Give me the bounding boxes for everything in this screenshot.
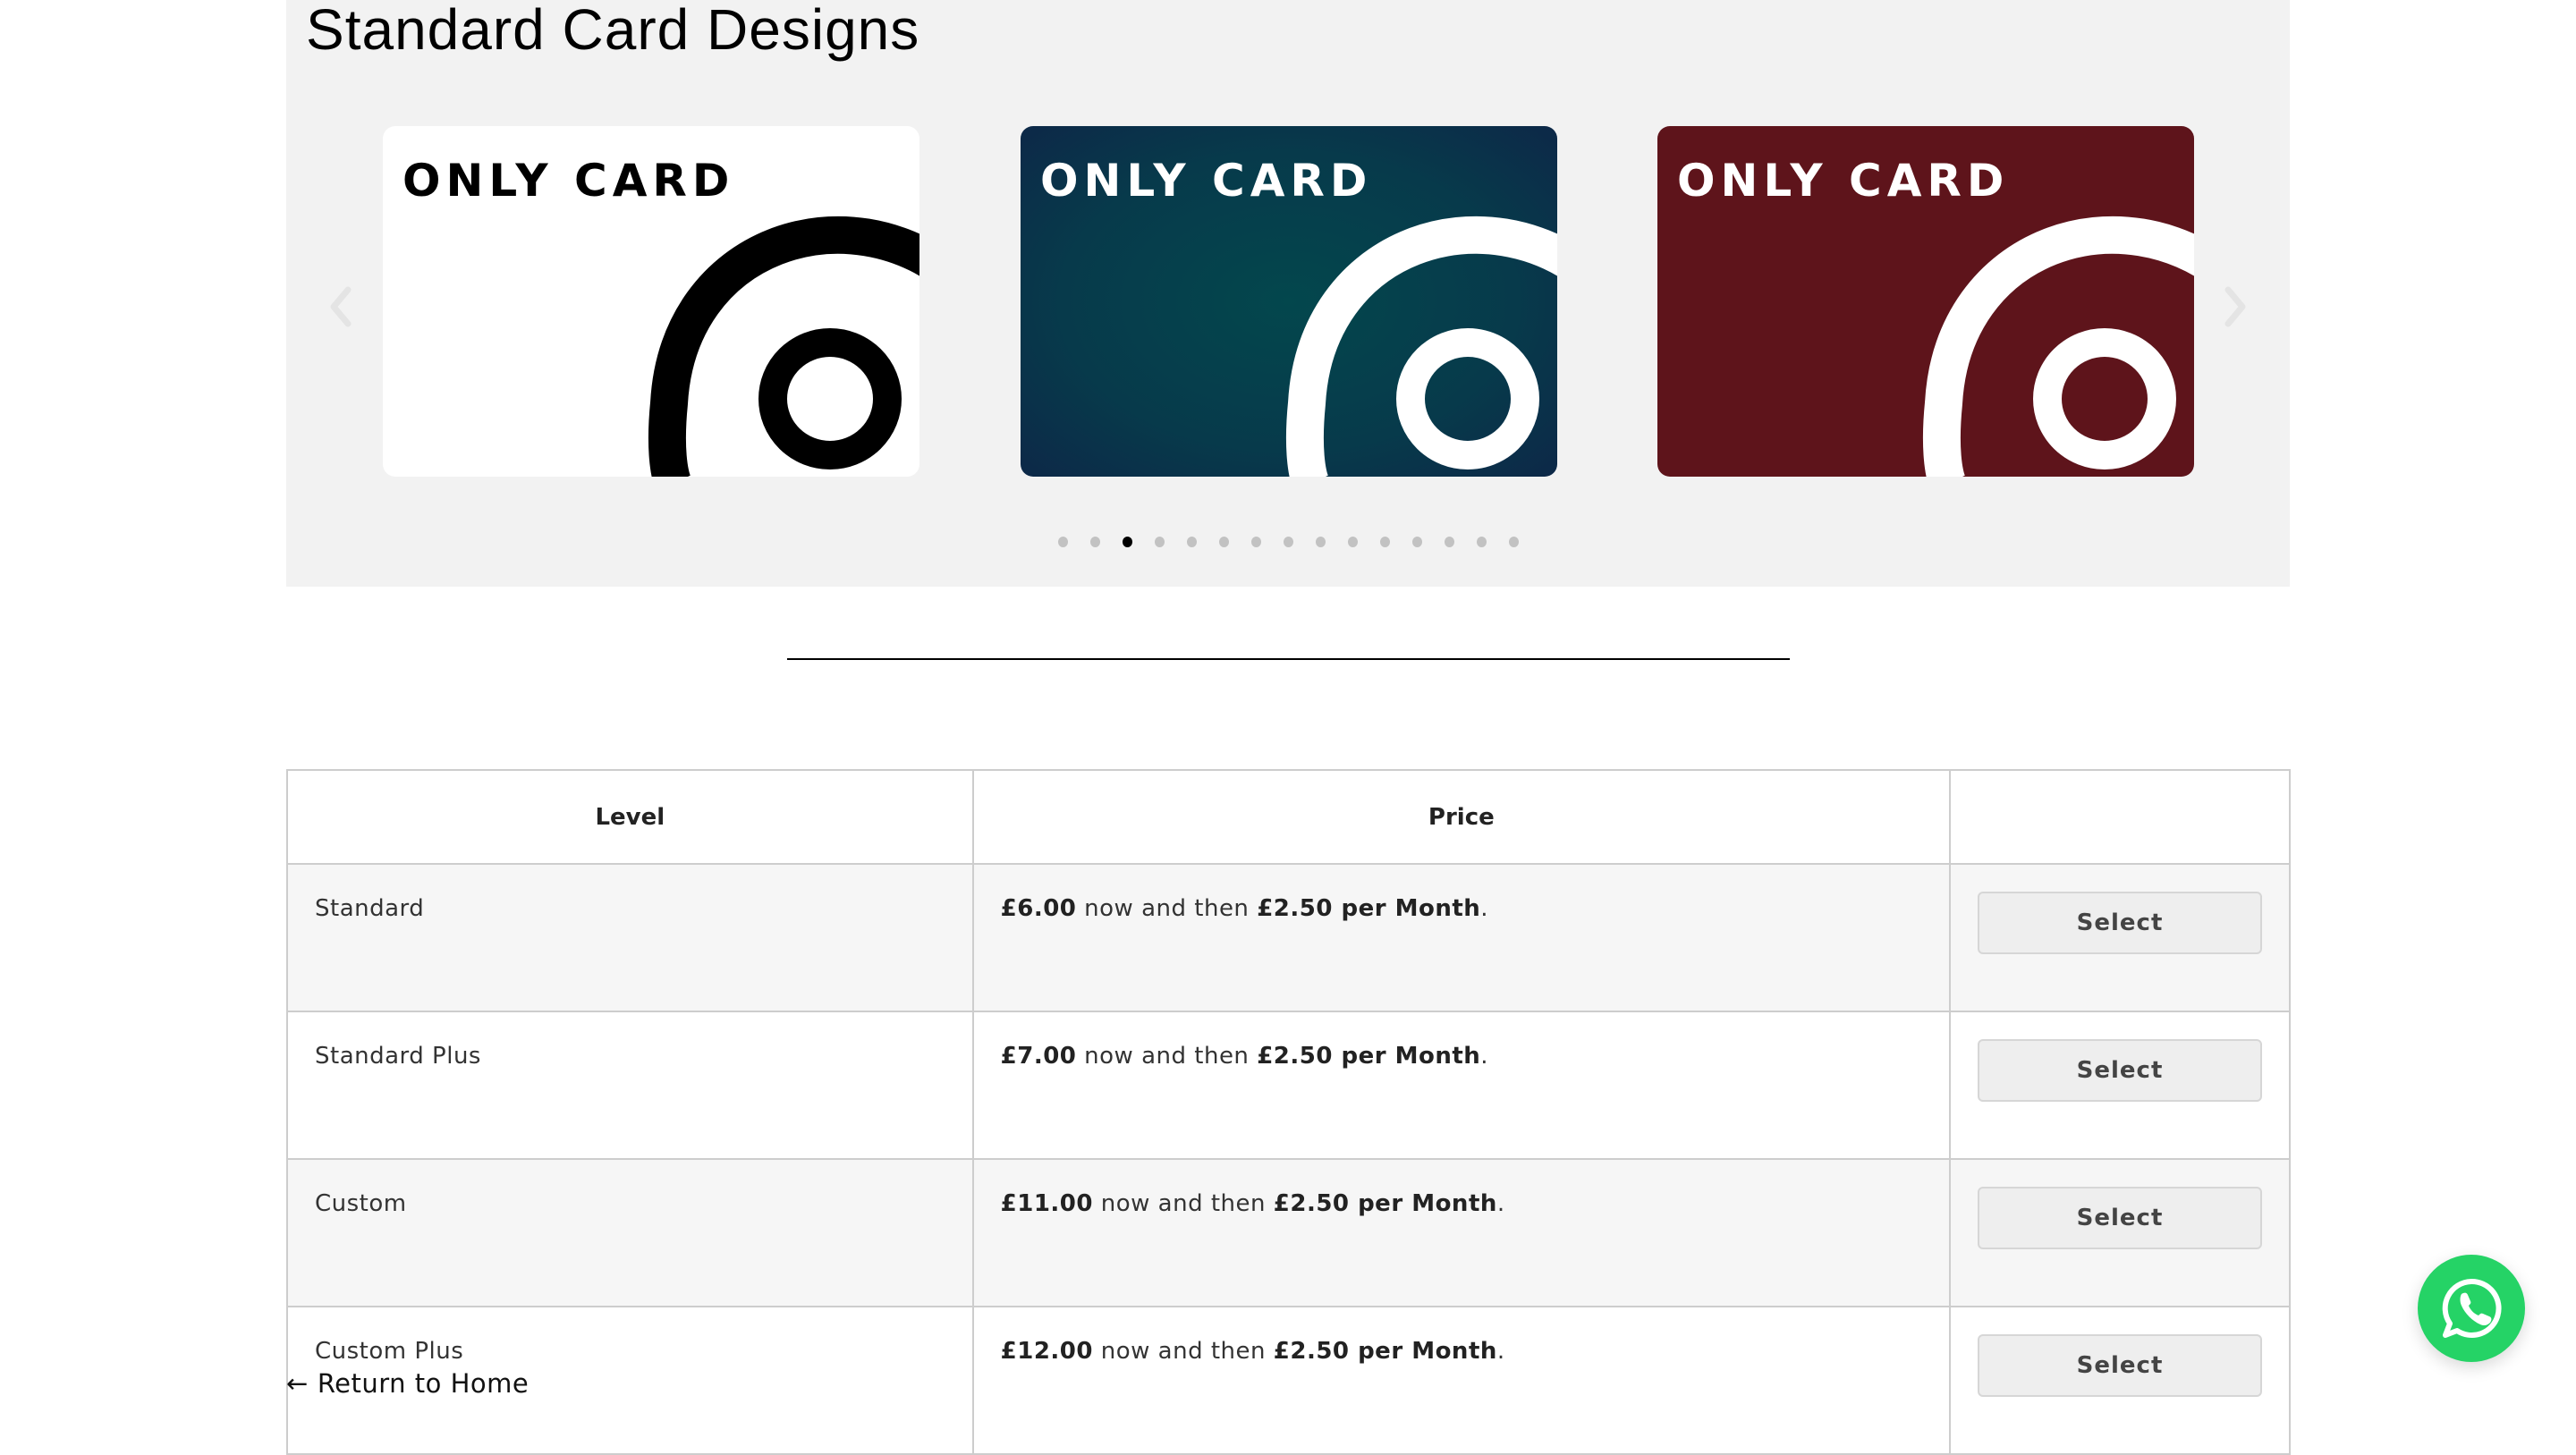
price-connector: now and then bbox=[1076, 1043, 1258, 1070]
table-header-row: Level Price bbox=[286, 769, 2291, 865]
card-brand-text: ONLY CARD bbox=[402, 155, 735, 207]
carousel-dot-9[interactable] bbox=[1315, 537, 1326, 547]
level-cell: Custom bbox=[286, 1158, 974, 1307]
price-recurring: £2.50 per Month bbox=[1257, 895, 1481, 922]
price-now: £12.00 bbox=[1000, 1338, 1093, 1365]
price-recurring: £2.50 per Month bbox=[1257, 1043, 1481, 1070]
section-title: Standard Card Designs bbox=[306, 0, 920, 62]
price-end: . bbox=[1496, 1190, 1505, 1217]
card-design-teal[interactable]: ONLY CARD bbox=[1021, 126, 1557, 477]
card-design-white[interactable]: ONLY CARD bbox=[383, 126, 919, 477]
price-now: £11.00 bbox=[1000, 1190, 1093, 1217]
carousel-next-button[interactable] bbox=[2223, 284, 2250, 329]
carousel-dot-15[interactable] bbox=[1508, 537, 1519, 547]
price-connector: now and then bbox=[1076, 895, 1258, 922]
action-cell: Select bbox=[1949, 863, 2291, 1012]
carousel-dot-11[interactable] bbox=[1379, 537, 1390, 547]
carousel-dot-4[interactable] bbox=[1154, 537, 1165, 547]
card-designs-panel: Standard Card Designs ONLY CARD ONLY CAR… bbox=[286, 0, 2290, 587]
table-row: Standard £6.00 now and then £2.50 per Mo… bbox=[286, 863, 2291, 1012]
card-brand-text: ONLY CARD bbox=[1040, 155, 1373, 207]
carousel-pagination bbox=[286, 537, 2290, 547]
price-connector: now and then bbox=[1093, 1338, 1274, 1365]
carousel-dot-8[interactable] bbox=[1283, 537, 1293, 547]
price-cell: £7.00 now and then £2.50 per Month. bbox=[971, 1011, 1952, 1160]
carousel-dot-7[interactable] bbox=[1250, 537, 1261, 547]
price-recurring: £2.50 per Month bbox=[1273, 1338, 1497, 1365]
carousel-dot-13[interactable] bbox=[1444, 537, 1454, 547]
whatsapp-icon bbox=[2442, 1278, 2502, 1338]
carousel-dot-2[interactable] bbox=[1089, 537, 1100, 547]
card-design-burgundy[interactable]: ONLY CARD bbox=[1657, 126, 2194, 477]
header-action bbox=[1949, 769, 2291, 865]
action-cell: Select bbox=[1949, 1158, 2291, 1307]
table-row: Custom £11.00 now and then £2.50 per Mon… bbox=[286, 1158, 2291, 1307]
carousel-dot-3[interactable] bbox=[1122, 537, 1132, 547]
level-cell: Standard bbox=[286, 863, 974, 1012]
table-row: Standard Plus £7.00 now and then £2.50 p… bbox=[286, 1011, 2291, 1160]
price-cell: £6.00 now and then £2.50 per Month. bbox=[971, 863, 1952, 1012]
level-cell: Standard Plus bbox=[286, 1011, 974, 1160]
level-price-table: Level Price Standard £6.00 now and then … bbox=[286, 769, 2291, 1455]
header-level: Level bbox=[286, 769, 974, 865]
carousel-dot-14[interactable] bbox=[1476, 537, 1487, 547]
price-cell: £12.00 now and then £2.50 per Month. bbox=[971, 1306, 1952, 1455]
price-connector: now and then bbox=[1093, 1190, 1274, 1217]
select-standard-plus-button[interactable]: Select bbox=[1978, 1039, 2262, 1102]
select-custom-plus-button[interactable]: Select bbox=[1978, 1334, 2262, 1397]
carousel-dot-1[interactable] bbox=[1057, 537, 1068, 547]
price-end: . bbox=[1480, 895, 1489, 922]
price-cell: £11.00 now and then £2.50 per Month. bbox=[971, 1158, 1952, 1307]
whatsapp-chat-button[interactable] bbox=[2418, 1255, 2525, 1362]
price-recurring: £2.50 per Month bbox=[1273, 1190, 1497, 1217]
carousel-dot-6[interactable] bbox=[1218, 537, 1229, 547]
table-row: Custom Plus £12.00 now and then £2.50 pe… bbox=[286, 1306, 2291, 1455]
chevron-right-icon bbox=[2224, 286, 2246, 327]
select-standard-button[interactable]: Select bbox=[1978, 892, 2262, 954]
price-end: . bbox=[1480, 1043, 1489, 1070]
return-to-home-link[interactable]: ← Return to Home bbox=[286, 1368, 529, 1399]
chevron-left-icon bbox=[330, 286, 352, 327]
arrow-left-icon: ← bbox=[286, 1368, 309, 1399]
carousel-prev-button[interactable] bbox=[326, 284, 353, 329]
carousel-dot-5[interactable] bbox=[1186, 537, 1197, 547]
action-cell: Select bbox=[1949, 1306, 2291, 1455]
carousel-dot-12[interactable] bbox=[1411, 537, 1422, 547]
price-end: . bbox=[1496, 1338, 1505, 1365]
price-now: £6.00 bbox=[1000, 895, 1077, 922]
section-divider bbox=[787, 658, 1790, 660]
carousel-dot-10[interactable] bbox=[1347, 537, 1358, 547]
header-price: Price bbox=[971, 769, 1952, 865]
price-now: £7.00 bbox=[1000, 1043, 1077, 1070]
action-cell: Select bbox=[1949, 1011, 2291, 1160]
return-to-home-label: Return to Home bbox=[317, 1368, 530, 1399]
select-custom-button[interactable]: Select bbox=[1978, 1187, 2262, 1249]
card-brand-text: ONLY CARD bbox=[1677, 155, 2010, 207]
